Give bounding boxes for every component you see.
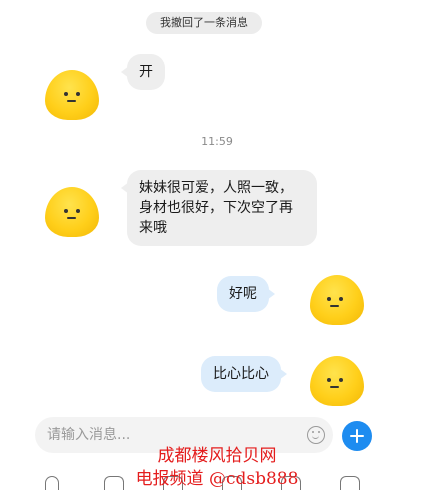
- avatar[interactable]: [45, 70, 99, 120]
- message-bubble[interactable]: 妹妹很可爱，人照一致， 身材也很好，下次空了再 来哦: [121, 170, 317, 246]
- avatar[interactable]: [310, 275, 364, 325]
- message-bubble[interactable]: 比心比心: [201, 356, 287, 392]
- timestamp: 11:59: [201, 135, 233, 148]
- avatar-image: [310, 275, 364, 325]
- avatar-image: [45, 70, 99, 120]
- watermark-line-1: 成都楼风拾贝网: [157, 446, 277, 466]
- avatar-image: [310, 356, 364, 406]
- avatar[interactable]: [310, 356, 364, 406]
- avatar[interactable]: [45, 187, 99, 237]
- recall-notice: 我撤回了一条消息: [146, 12, 262, 34]
- message-bubble[interactable]: 开: [121, 54, 165, 90]
- avatar-image: [45, 187, 99, 237]
- watermark-line-2: 电报频道 @cdsb888: [135, 469, 299, 489]
- message-bubble[interactable]: 好呢: [217, 276, 275, 312]
